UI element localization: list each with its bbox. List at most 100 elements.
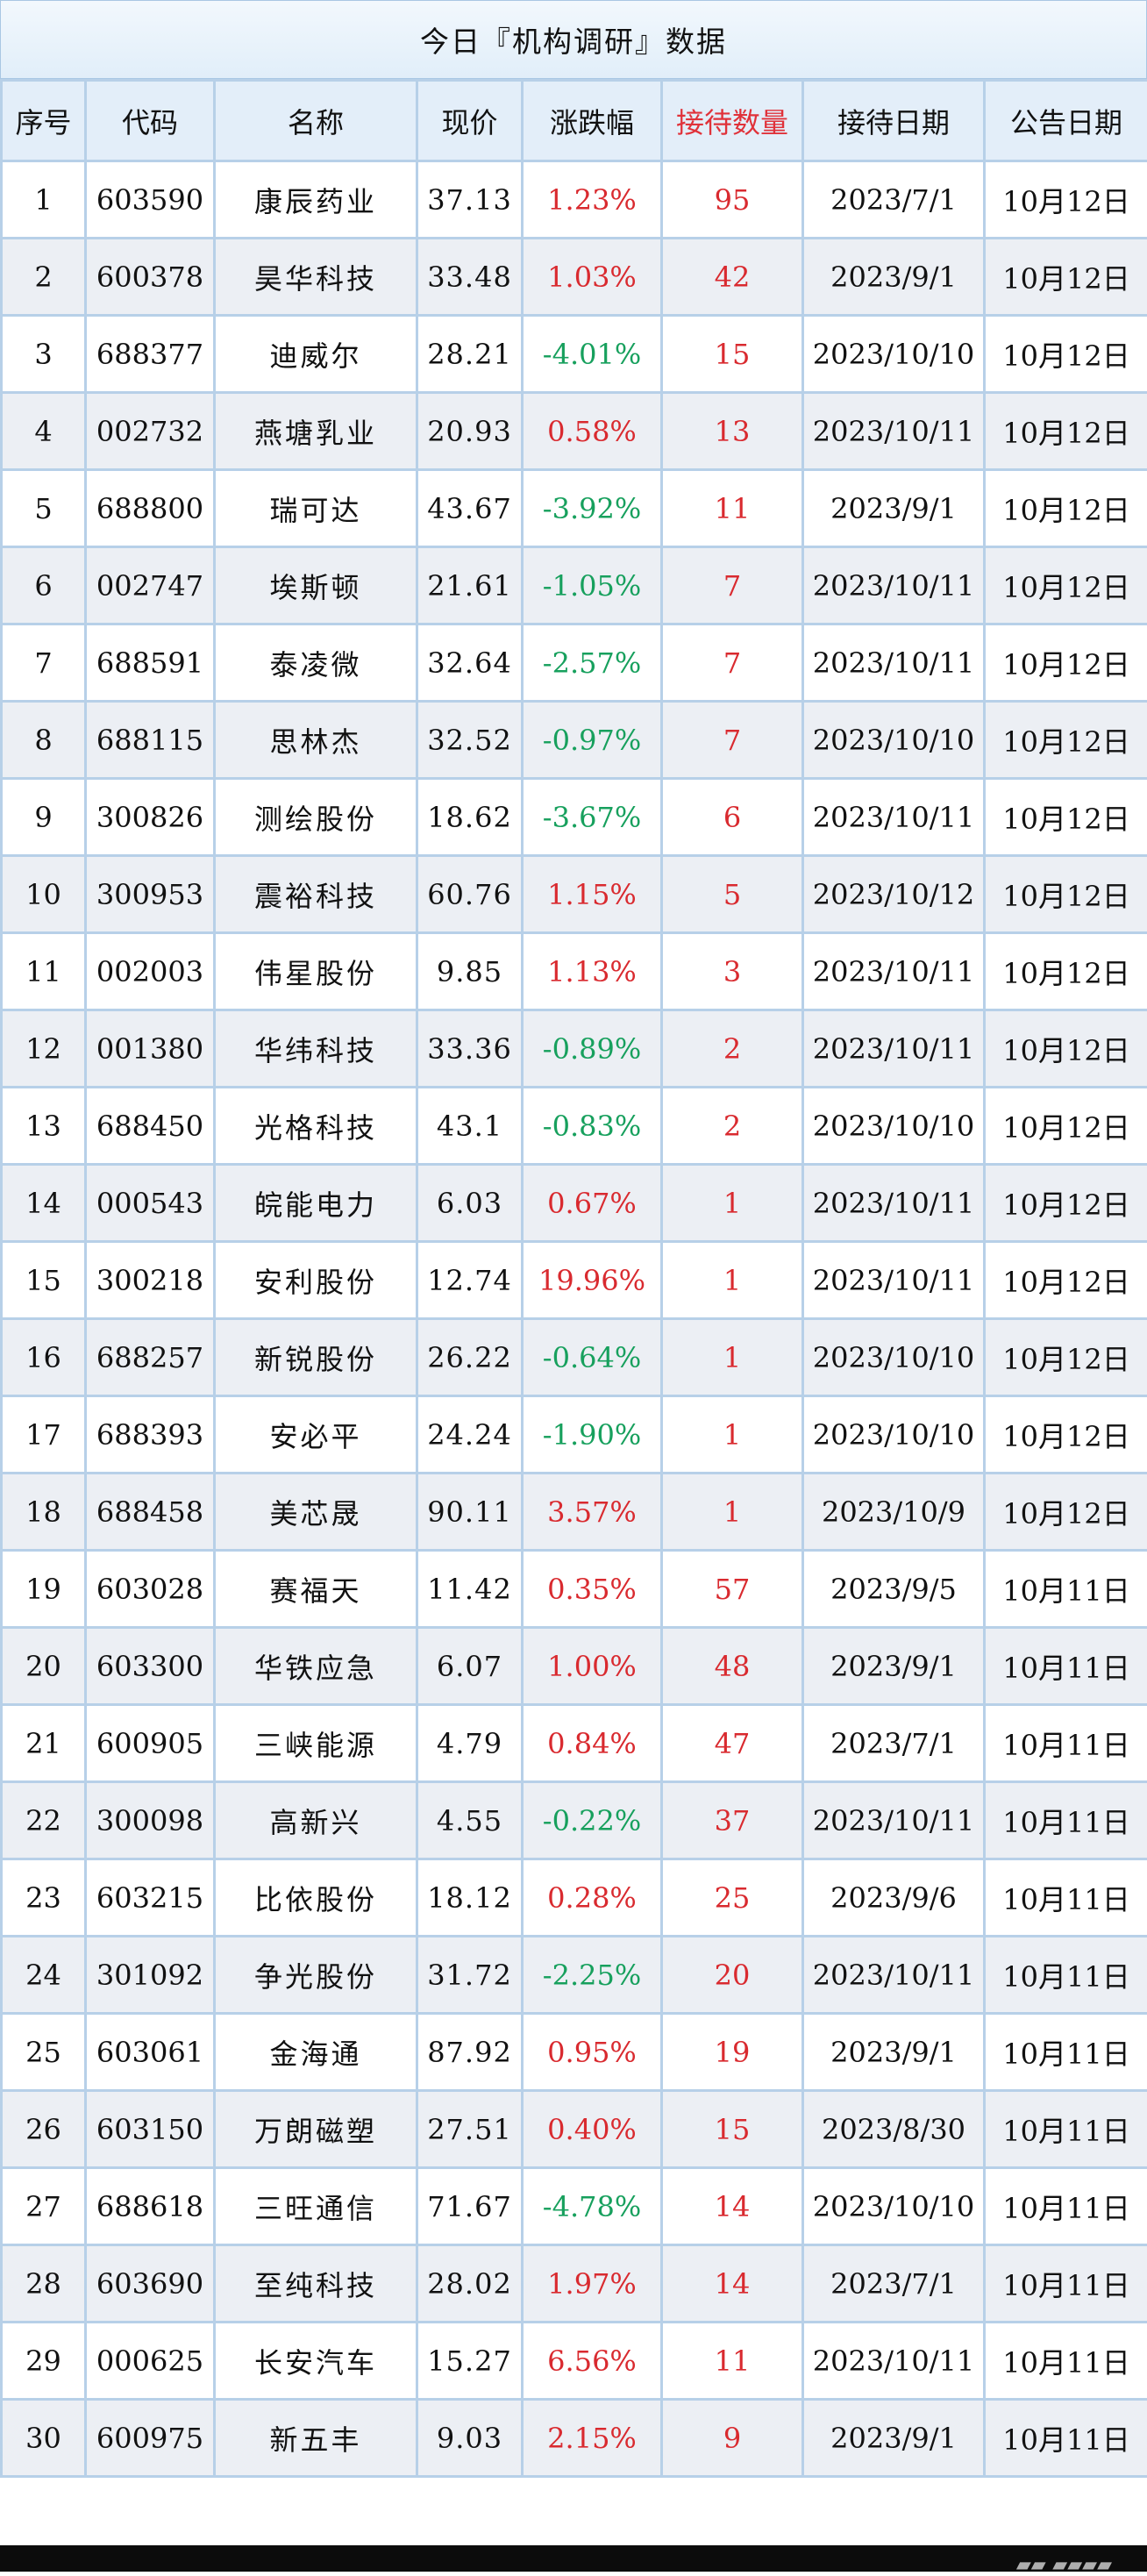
cell-index: 29 — [2, 2323, 86, 2400]
cell-change: 3.57% — [523, 1474, 662, 1551]
cell-index: 21 — [2, 1705, 86, 1782]
table-row[interactable]: 7688591泰凌微32.64-2.57%72023/10/1110月12日 — [2, 624, 1147, 702]
cell-index: 22 — [2, 1782, 86, 1859]
table-row[interactable]: 24301092争光股份31.72-2.25%202023/10/1110月11… — [2, 1937, 1147, 2014]
cell-change: 2.15% — [523, 2400, 662, 2477]
cell-change: 0.40% — [523, 2091, 662, 2168]
cell-visit-count: 14 — [662, 2245, 803, 2323]
table-row[interactable]: 18688458美芯晟90.113.57%12023/10/910月12日 — [2, 1474, 1147, 1551]
cell-visit-count: 7 — [662, 702, 803, 779]
cell-announce-date: 10月11日 — [985, 1859, 1147, 1937]
cell-change: 0.67% — [523, 1165, 662, 1242]
cell-name: 新五丰 — [215, 2400, 417, 2477]
cell-visit-count: 1 — [662, 1319, 803, 1396]
cell-visit-count: 48 — [662, 1628, 803, 1705]
table-row[interactable]: 29000625长安汽车15.276.56%112023/10/1110月11日 — [2, 2323, 1147, 2400]
cell-announce-date: 10月11日 — [985, 1551, 1147, 1628]
table-row[interactable]: 4002732燕塘乳业20.930.58%132023/10/1110月12日 — [2, 393, 1147, 470]
cell-price: 33.48 — [417, 239, 523, 316]
cell-code: 000543 — [86, 1165, 215, 1242]
cell-name: 安必平 — [215, 1396, 417, 1474]
cell-index: 15 — [2, 1242, 86, 1319]
cell-announce-date: 10月11日 — [985, 2245, 1147, 2323]
cell-code: 301092 — [86, 1937, 215, 2014]
cell-change: -0.22% — [523, 1782, 662, 1859]
table-row[interactable]: 16688257新锐股份26.22-0.64%12023/10/1010月12日 — [2, 1319, 1147, 1396]
table-row[interactable]: 27688618三旺通信71.67-4.78%142023/10/1010月11… — [2, 2168, 1147, 2245]
cell-change: -1.90% — [523, 1396, 662, 1474]
cell-visit-date: 2023/10/11 — [803, 1165, 985, 1242]
header-visit-count[interactable]: 接待数量 — [662, 81, 803, 161]
cell-visit-count: 6 — [662, 779, 803, 856]
table-row[interactable]: 5688800瑞可达43.67-3.92%112023/9/110月12日 — [2, 470, 1147, 547]
table-row[interactable]: 19603028赛福天11.420.35%572023/9/510月11日 — [2, 1551, 1147, 1628]
table-row[interactable]: 2600378昊华科技33.481.03%422023/9/110月12日 — [2, 239, 1147, 316]
cell-visit-count: 9 — [662, 2400, 803, 2477]
cell-code: 300826 — [86, 779, 215, 856]
table-row[interactable]: 22300098高新兴4.55-0.22%372023/10/1110月11日 — [2, 1782, 1147, 1859]
cell-code: 688450 — [86, 1088, 215, 1165]
table-row[interactable]: 21600905三峡能源4.790.84%472023/7/110月11日 — [2, 1705, 1147, 1782]
table-row[interactable]: 23603215比依股份18.120.28%252023/9/610月11日 — [2, 1859, 1147, 1937]
cell-price: 15.27 — [417, 2323, 523, 2400]
cell-index: 16 — [2, 1319, 86, 1396]
cell-change: 0.95% — [523, 2014, 662, 2091]
cell-visit-date: 2023/7/1 — [803, 1705, 985, 1782]
table-row[interactable]: 8688115思林杰32.52-0.97%72023/10/1010月12日 — [2, 702, 1147, 779]
cell-index: 5 — [2, 470, 86, 547]
table-row[interactable]: 3688377迪威尔28.21-4.01%152023/10/1010月12日 — [2, 316, 1147, 393]
cell-visit-count: 19 — [662, 2014, 803, 2091]
cell-index: 7 — [2, 624, 86, 702]
table-row[interactable]: 9300826测绘股份18.62-3.67%62023/10/1110月12日 — [2, 779, 1147, 856]
cell-name: 赛福天 — [215, 1551, 417, 1628]
table-row[interactable]: 20603300华铁应急6.071.00%482023/9/110月11日 — [2, 1628, 1147, 1705]
table-row[interactable]: 1603590康辰药业37.131.23%952023/7/110月12日 — [2, 161, 1147, 239]
cell-index: 26 — [2, 2091, 86, 2168]
cell-name: 震裕科技 — [215, 856, 417, 933]
header-announce-date[interactable]: 公告日期 — [985, 81, 1147, 161]
header-price[interactable]: 现价 — [417, 81, 523, 161]
table-row[interactable]: 15300218安利股份12.7419.96%12023/10/1110月12日 — [2, 1242, 1147, 1319]
header-code[interactable]: 代码 — [86, 81, 215, 161]
cell-change: -2.25% — [523, 1937, 662, 2014]
cell-index: 25 — [2, 2014, 86, 2091]
table-row[interactable]: 25603061金海通87.920.95%192023/9/110月11日 — [2, 2014, 1147, 2091]
cell-announce-date: 10月12日 — [985, 856, 1147, 933]
cell-change: -0.64% — [523, 1319, 662, 1396]
cell-index: 9 — [2, 779, 86, 856]
header-name[interactable]: 名称 — [215, 81, 417, 161]
cell-name: 测绘股份 — [215, 779, 417, 856]
cell-visit-count: 47 — [662, 1705, 803, 1782]
cell-visit-date: 2023/10/11 — [803, 393, 985, 470]
table-row[interactable]: 10300953震裕科技60.761.15%52023/10/1210月12日 — [2, 856, 1147, 933]
cell-visit-date: 2023/8/30 — [803, 2091, 985, 2168]
cell-announce-date: 10月12日 — [985, 547, 1147, 624]
cell-price: 9.03 — [417, 2400, 523, 2477]
cell-change: -3.67% — [523, 779, 662, 856]
cell-price: 43.1 — [417, 1088, 523, 1165]
cell-code: 300953 — [86, 856, 215, 933]
table-row[interactable]: 12001380华纬科技33.36-0.89%22023/10/1110月12日 — [2, 1010, 1147, 1088]
cell-change: 1.00% — [523, 1628, 662, 1705]
table-row[interactable]: 14000543皖能电力6.030.67%12023/10/1110月12日 — [2, 1165, 1147, 1242]
table-row[interactable]: 6002747埃斯顿21.61-1.05%72023/10/1110月12日 — [2, 547, 1147, 624]
table-row[interactable]: 30600975新五丰9.032.15%92023/9/110月11日 — [2, 2400, 1147, 2477]
table-row[interactable]: 26603150万朗磁塑27.510.40%152023/8/3010月11日 — [2, 2091, 1147, 2168]
table-row[interactable]: 13688450光格科技43.1-0.83%22023/10/1010月12日 — [2, 1088, 1147, 1165]
cell-name: 泰凌微 — [215, 624, 417, 702]
cell-visit-count: 1 — [662, 1396, 803, 1474]
table-row[interactable]: 11002003伟星股份9.851.13%32023/10/1110月12日 — [2, 933, 1147, 1010]
cell-change: 1.13% — [523, 933, 662, 1010]
cell-visit-date: 2023/10/11 — [803, 2323, 985, 2400]
header-change[interactable]: 涨跌幅 — [523, 81, 662, 161]
cell-announce-date: 10月11日 — [985, 2091, 1147, 2168]
table-row[interactable]: 17688393安必平24.24-1.90%12023/10/1010月12日 — [2, 1396, 1147, 1474]
cell-visit-count: 37 — [662, 1782, 803, 1859]
header-index[interactable]: 序号 — [2, 81, 86, 161]
cell-change: 0.35% — [523, 1551, 662, 1628]
cell-name: 思林杰 — [215, 702, 417, 779]
header-visit-date[interactable]: 接待日期 — [803, 81, 985, 161]
table-row[interactable]: 28603690至纯科技28.021.97%142023/7/110月11日 — [2, 2245, 1147, 2323]
cell-announce-date: 10月11日 — [985, 1705, 1147, 1782]
cell-visit-date: 2023/9/1 — [803, 2400, 985, 2477]
